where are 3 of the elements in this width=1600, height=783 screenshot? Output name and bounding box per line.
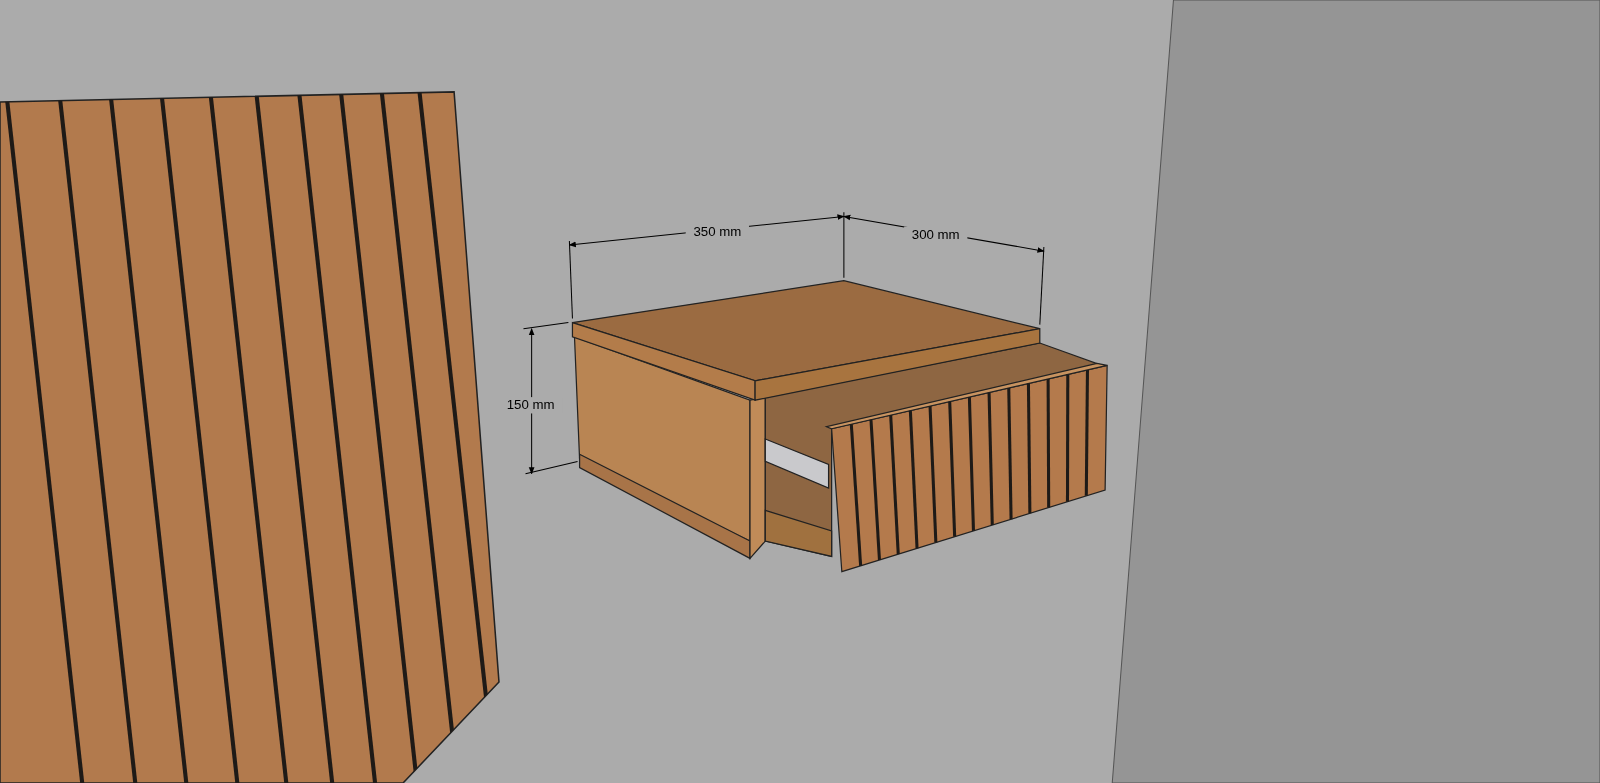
dimension-label: 350 mm — [693, 223, 742, 239]
dimension-label: 300 mm — [911, 226, 960, 242]
dimension-label: 150 mm — [506, 397, 555, 413]
